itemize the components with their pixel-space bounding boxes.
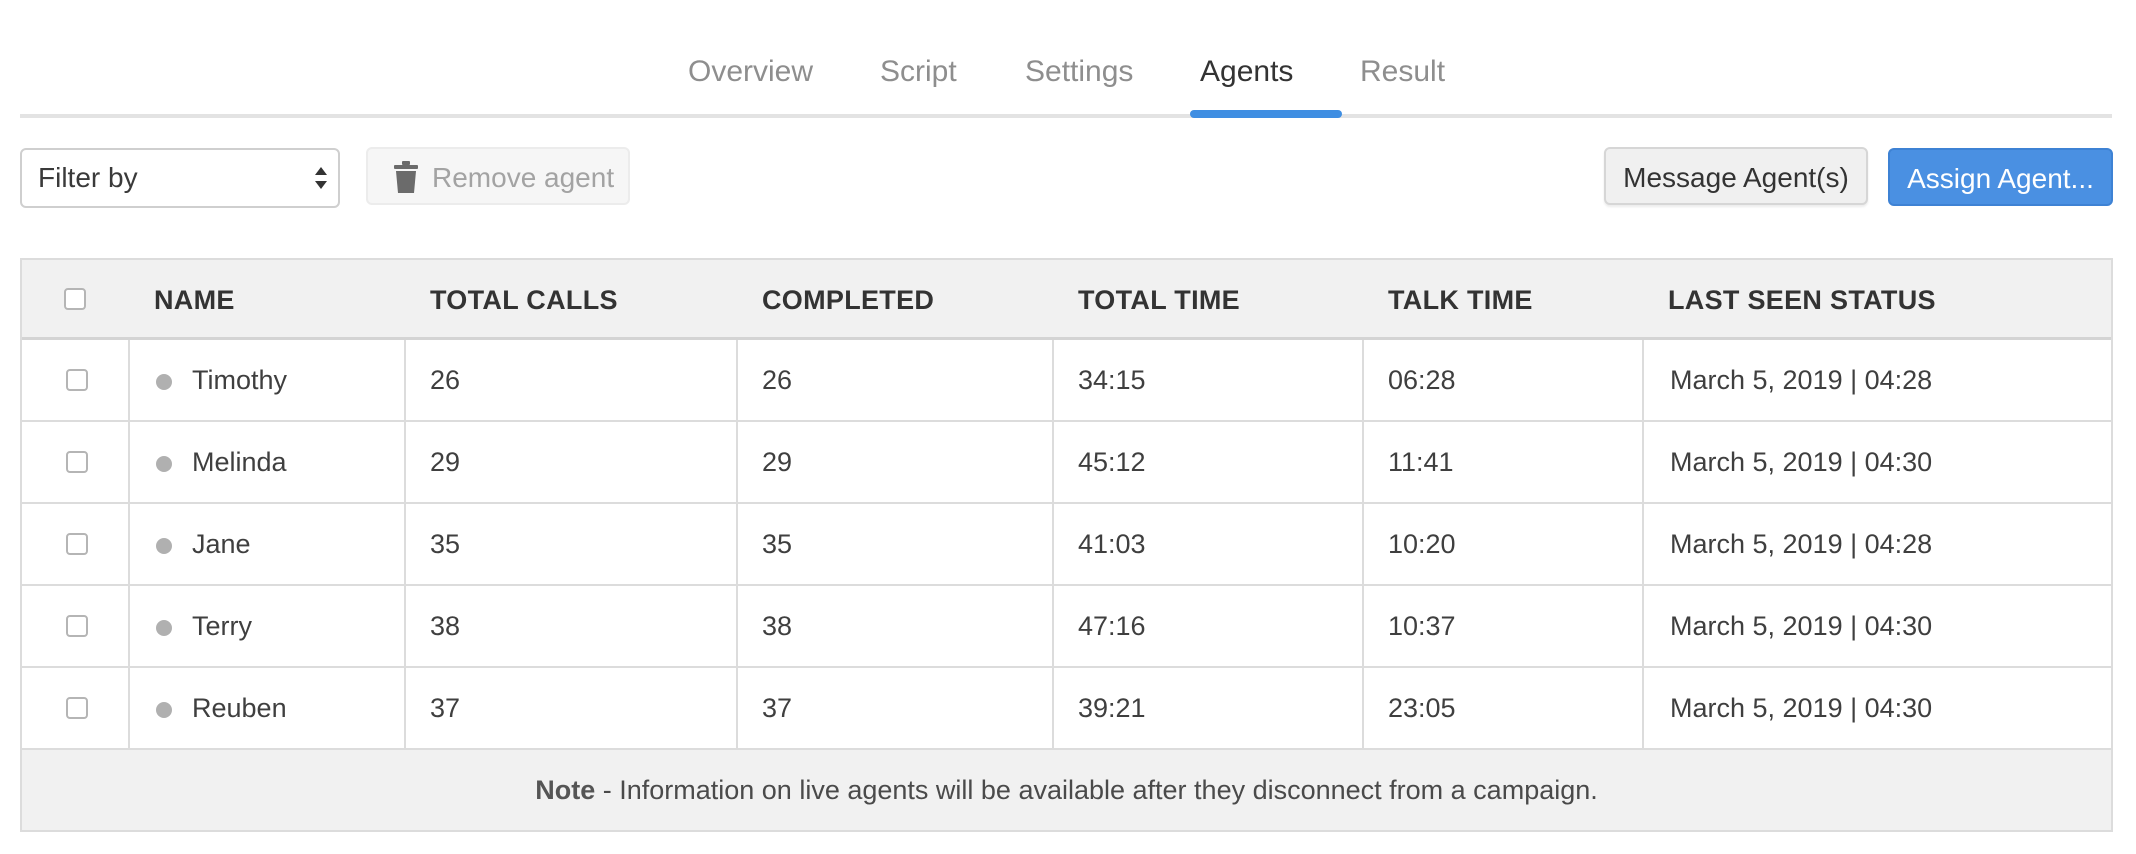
row-checkbox[interactable] [66, 697, 88, 719]
note-text: - Information on live agents will be ava… [595, 775, 1598, 805]
trash-icon [394, 161, 418, 193]
status-dot [156, 456, 172, 472]
total-calls: 37 [430, 693, 461, 723]
talk-time: 11:41 [1388, 447, 1454, 477]
agent-name: Reuben [192, 693, 287, 723]
table-row[interactable]: Reuben 37 37 39:21 23:05 March 5, 2019 |… [22, 668, 2111, 750]
completed: 38 [762, 611, 793, 641]
tab-result[interactable]: Result [1360, 52, 1445, 92]
table-header: NAME TOTAL CALLS COMPLETED TOTAL TIME TA… [22, 260, 2111, 340]
header-talk-time[interactable]: TALK TIME [1388, 260, 1533, 340]
table-footer-note: Note - Information on live agents will b… [22, 750, 2111, 830]
tab-script[interactable]: Script [880, 52, 957, 92]
last-seen-status: March 5, 2019 | 04:30 [1670, 693, 1933, 723]
total-calls: 29 [430, 447, 461, 477]
tab-bar: Overview Script Settings Agents Result [20, 0, 2112, 118]
agent-name: Terry [192, 611, 252, 641]
header-total-time[interactable]: TOTAL TIME [1078, 260, 1240, 340]
agent-name: Timothy [192, 365, 288, 395]
completed: 35 [762, 529, 793, 559]
row-checkbox[interactable] [66, 369, 88, 391]
last-seen-status: March 5, 2019 | 04:28 [1670, 365, 1933, 395]
completed: 26 [762, 365, 793, 395]
select-all-checkbox[interactable] [64, 288, 86, 310]
status-dot [156, 702, 172, 718]
talk-time: 10:37 [1388, 611, 1456, 641]
table-row[interactable]: Timothy 26 26 34:15 06:28 March 5, 2019 … [22, 340, 2111, 422]
table-row[interactable]: Jane 35 35 41:03 10:20 March 5, 2019 | 0… [22, 504, 2111, 586]
active-tab-indicator [1190, 110, 1342, 118]
message-agents-button[interactable]: Message Agent(s) [1604, 147, 1868, 205]
status-dot [156, 620, 172, 636]
total-time: 41:03 [1078, 529, 1146, 559]
header-total-calls[interactable]: TOTAL CALLS [430, 260, 618, 340]
header-completed[interactable]: COMPLETED [762, 260, 934, 340]
agents-table: NAME TOTAL CALLS COMPLETED TOTAL TIME TA… [20, 258, 2113, 832]
status-dot [156, 538, 172, 554]
remove-agent-label: Remove agent [432, 162, 615, 193]
total-time: 34:15 [1078, 365, 1146, 395]
tab-settings[interactable]: Settings [1025, 52, 1133, 92]
total-time: 39:21 [1078, 693, 1146, 723]
remove-agent-button[interactable]: Remove agent [366, 147, 630, 205]
row-checkbox[interactable] [66, 533, 88, 555]
row-checkbox[interactable] [66, 451, 88, 473]
talk-time: 10:20 [1388, 529, 1456, 559]
total-calls: 38 [430, 611, 461, 641]
filter-select[interactable]: Filter by [20, 148, 340, 208]
talk-time: 06:28 [1388, 365, 1456, 395]
total-calls: 26 [430, 365, 461, 395]
last-seen-status: March 5, 2019 | 04:30 [1670, 447, 1933, 477]
talk-time: 23:05 [1388, 693, 1456, 723]
filter-label: Filter by [38, 162, 138, 193]
tab-agents[interactable]: Agents [1200, 52, 1293, 92]
header-last-seen-status[interactable]: LAST SEEN STATUS [1668, 260, 1936, 340]
table-row[interactable]: Terry 38 38 47:16 10:37 March 5, 2019 | … [22, 586, 2111, 668]
completed: 37 [762, 693, 793, 723]
tab-overview[interactable]: Overview [688, 52, 813, 92]
last-seen-status: March 5, 2019 | 04:28 [1670, 529, 1933, 559]
agent-name: Jane [192, 529, 251, 559]
agent-name: Melinda [192, 447, 287, 477]
last-seen-status: March 5, 2019 | 04:30 [1670, 611, 1933, 641]
note-label: Note [535, 775, 596, 805]
header-name[interactable]: NAME [154, 260, 235, 340]
total-time: 45:12 [1078, 447, 1146, 477]
select-arrows-icon [315, 167, 327, 189]
total-calls: 35 [430, 529, 461, 559]
table-row[interactable]: Melinda 29 29 45:12 11:41 March 5, 2019 … [22, 422, 2111, 504]
assign-agent-button[interactable]: Assign Agent... [1888, 148, 2113, 206]
total-time: 47:16 [1078, 611, 1146, 641]
completed: 29 [762, 447, 793, 477]
status-dot [156, 374, 172, 390]
row-checkbox[interactable] [66, 615, 88, 637]
